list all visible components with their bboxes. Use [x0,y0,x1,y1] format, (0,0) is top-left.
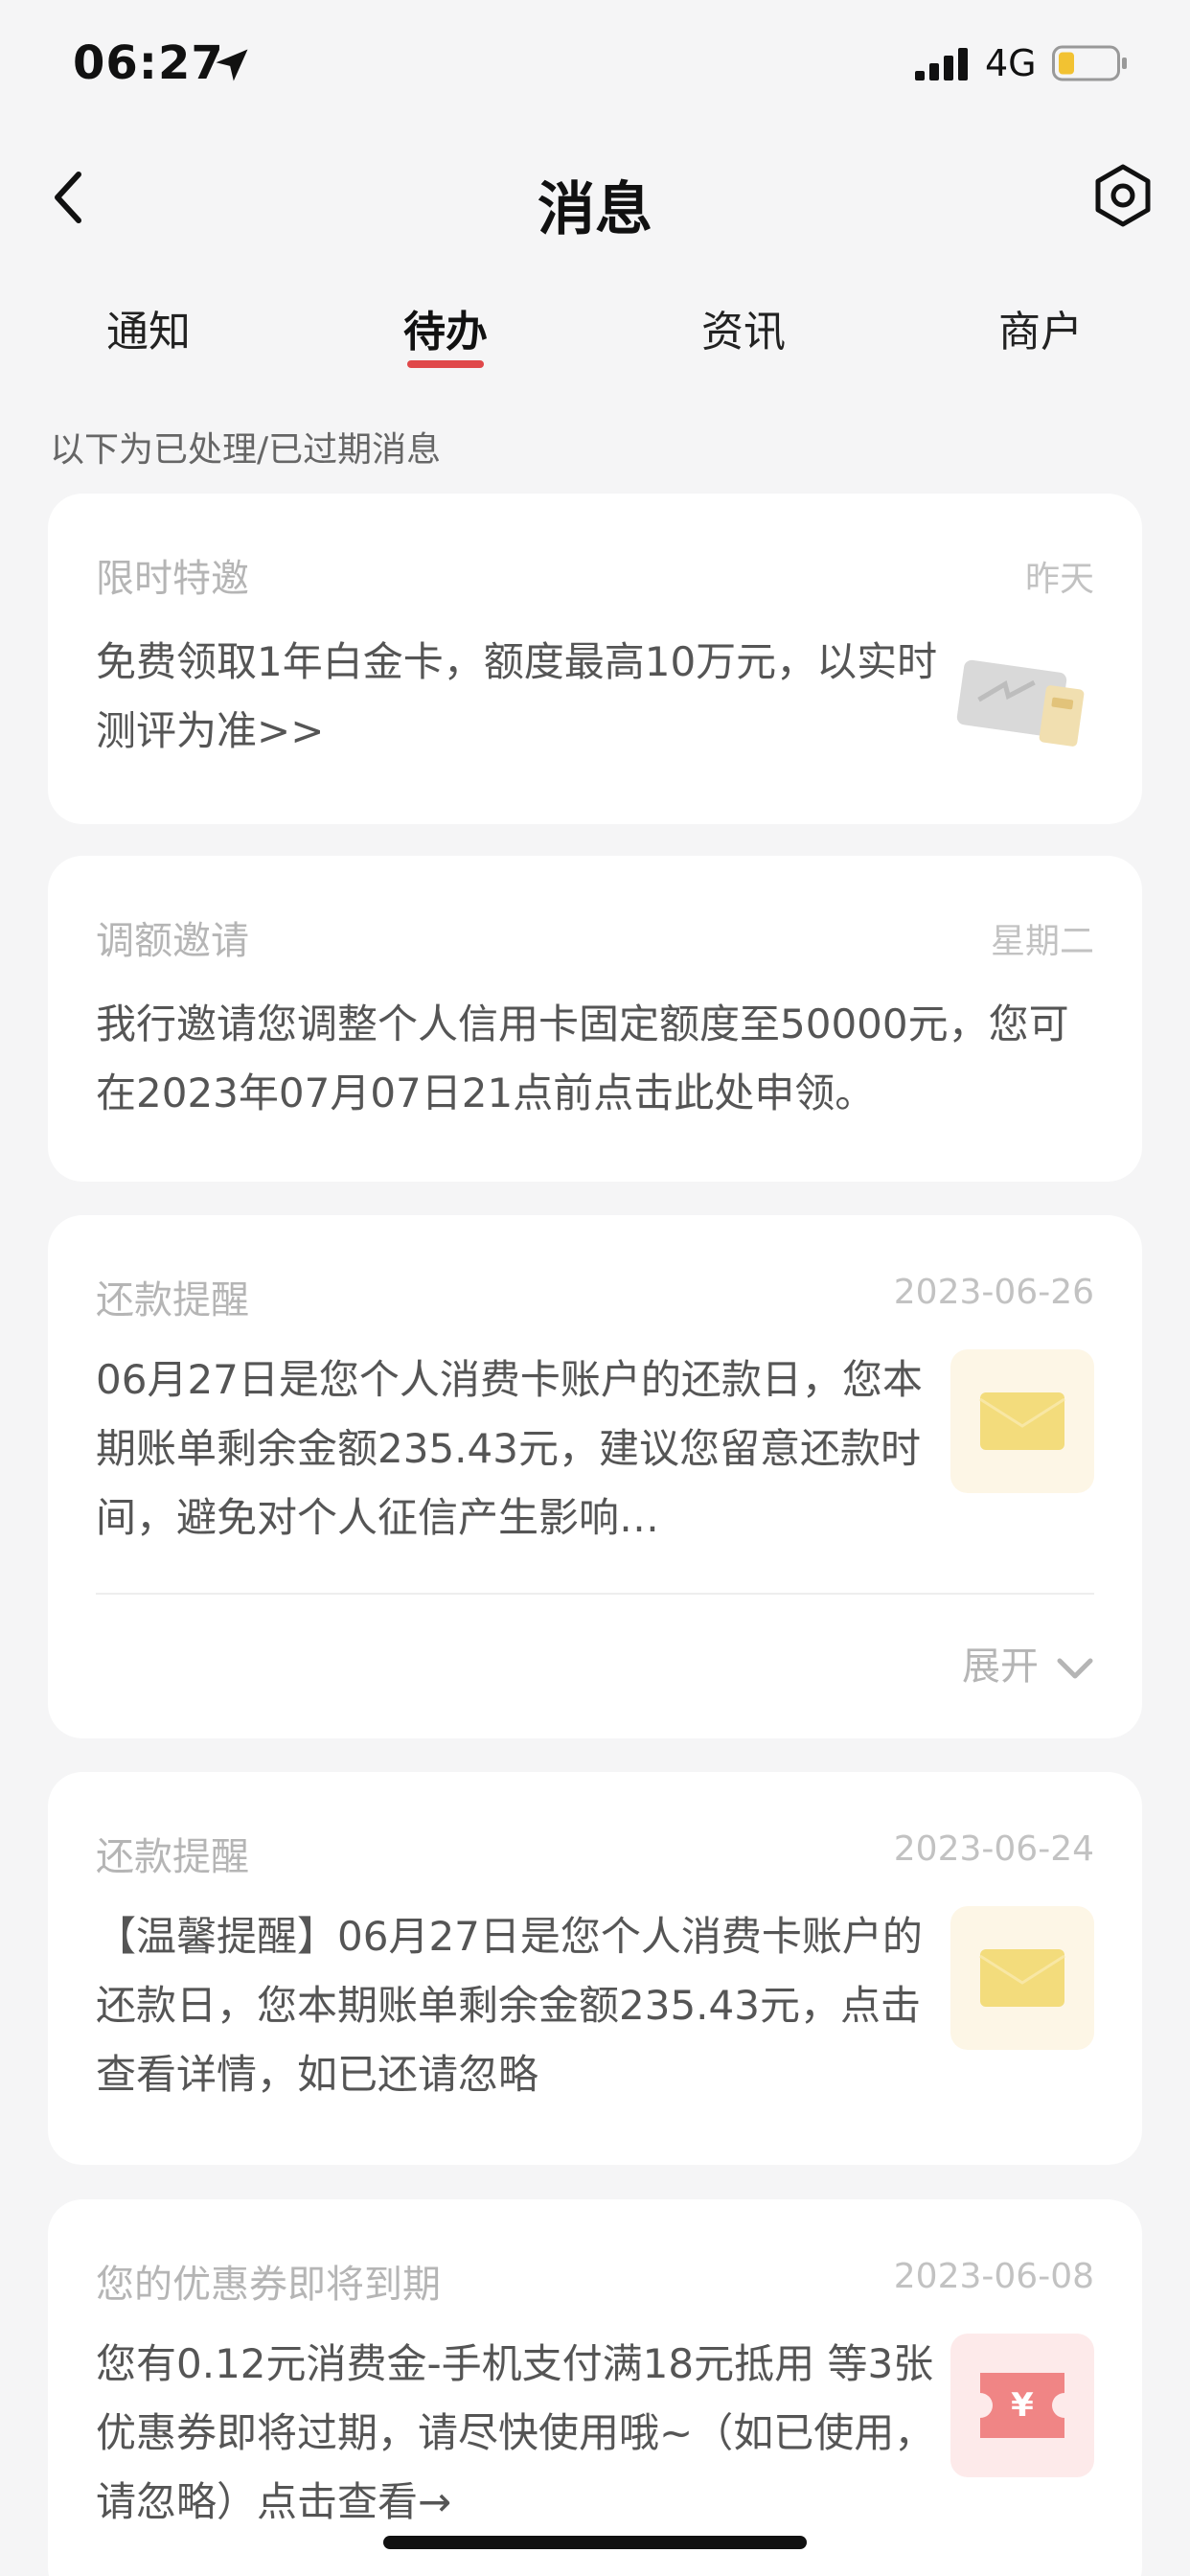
card-date: 2023-06-24 [893,1829,1094,1869]
message-card[interactable]: 您的优惠券即将到期 2023-06-08 您有0.12元消费金-手机支付满18元… [48,2199,1142,2576]
coupon-icon: ¥ [980,2373,1064,2438]
card-title: 调额邀请 [96,919,249,963]
signal-icon [915,48,968,80]
expand-button[interactable]: 展开 [962,1635,1094,1690]
status-bar: 06:27 4G [0,0,1190,134]
card-date: 昨天 [1024,560,1094,599]
envelope-thumb [950,1349,1094,1493]
card-divider [96,1593,1094,1595]
expand-label: 展开 [962,1644,1039,1689]
card-header: 限时特邀 昨天 [96,547,1094,601]
location-arrow-icon [216,49,248,81]
active-tab-indicator [407,360,484,368]
card-date: 星期二 [990,922,1094,961]
messages-screen: 06:27 4G 消息 通知 待办 资讯 商户 以下为已处理/已过期消息 限时特… [0,0,1190,2576]
message-card[interactable]: 还款提醒 2023-06-24 【温馨提醒】06月27日是您个人消费卡账户的还款… [48,1772,1142,2165]
message-card[interactable]: 调额邀请 星期二 我行邀请您调整个人信用卡固定额度至50000元，您可在2023… [48,856,1142,1182]
card-header: 还款提醒 2023-06-24 [96,1826,1094,1879]
card-header: 您的优惠券即将到期 2023-06-08 [96,2253,1094,2307]
tab-bar: 通知 待办 资讯 商户 [0,297,1190,374]
envelope-thumb [950,1906,1094,2050]
svg-text:¥: ¥ [1011,2386,1034,2425]
tab-label: 待办 [403,308,488,356]
card-title: 您的优惠券即将到期 [96,2263,441,2307]
tab-label: 商户 [998,308,1083,356]
status-time: 06:27 [73,36,224,90]
credit-card-image [956,659,1085,747]
message-card[interactable]: 还款提醒 2023-06-26 06月27日是您个人消费卡账户的还款日，您本期账… [48,1215,1142,1738]
card-body: 我行邀请您调整个人信用卡固定额度至50000元，您可在2023年07月07日21… [96,1000,1069,1116]
page-title: 消息 [538,176,652,243]
card-body: 您有0.12元消费金-手机支付满18元抵用 等3张优惠券即将过期，请尽快使用哦~… [96,2340,935,2525]
processed-hint: 以下为已处理/已过期消息 [50,430,442,470]
battery-icon [1052,45,1127,81]
home-indicator[interactable] [383,2536,807,2549]
card-body: 06月27日是您个人消费卡账户的还款日，您本期账单剩余金额235.43元，建议您… [96,1356,923,1541]
tab-news[interactable]: 资讯 [657,297,830,358]
card-header: 调额邀请 星期二 [96,909,1094,963]
card-title: 还款提醒 [96,1278,249,1322]
tab-todo[interactable]: 待办 [359,297,532,368]
card-body: 【温馨提醒】06月27日是您个人消费卡账户的还款日，您本期账单剩余金额235.4… [96,1913,923,2098]
coupon-thumb: ¥ [950,2334,1094,2477]
tab-label: 通知 [106,308,191,356]
message-card[interactable]: 限时特邀 昨天 免费领取1年白金卡，额度最高10万元，以实时测评为准>> [48,494,1142,824]
network-type: 4G [985,42,1037,84]
tab-label: 资讯 [701,308,786,356]
chevron-down-icon [1057,1658,1093,1679]
card-body: 免费领取1年白金卡，额度最高10万元，以实时测评为准>> [96,638,938,754]
envelope-icon [979,1392,1065,1450]
card-header: 还款提醒 2023-06-26 [96,1269,1094,1322]
card-title: 还款提醒 [96,1835,249,1879]
envelope-icon [979,1949,1065,2007]
card-date: 2023-06-26 [893,1273,1094,1312]
tab-notice[interactable]: 通知 [62,297,235,358]
tab-merchant[interactable]: 商户 [954,297,1127,358]
card-title: 限时特邀 [96,557,249,601]
card-date: 2023-06-08 [893,2257,1094,2296]
settings-hexagon-icon[interactable] [1090,163,1156,228]
